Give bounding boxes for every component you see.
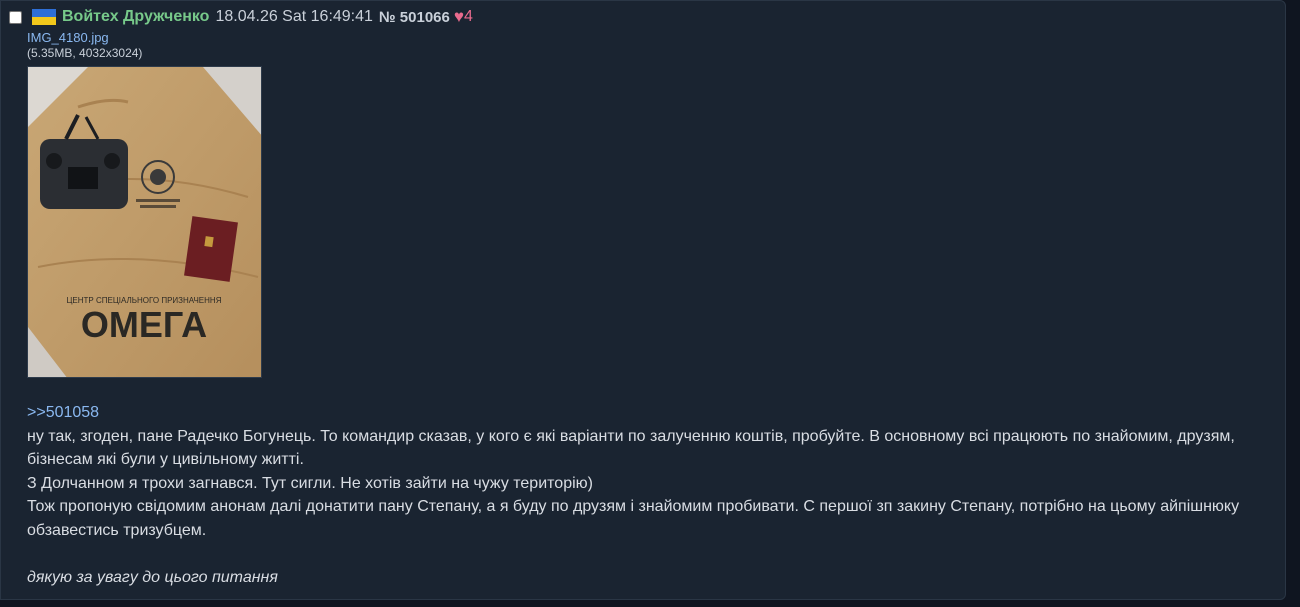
passport xyxy=(184,216,238,282)
shirt-big-text: ОМЕГА xyxy=(81,304,207,345)
post-line-1: ну так, згоден, пане Радечко Богунець. Т… xyxy=(27,427,1235,469)
attached-image-thumbnail[interactable]: ЦЕНТР СПЕЦІАЛЬНОГО ПРИЗНАЧЕННЯ ОМЕГА xyxy=(27,66,262,378)
likes-count: 4 xyxy=(463,8,473,25)
heart-icon[interactable]: ♥ xyxy=(454,7,464,27)
post: Войтех Дружченко 18.04.26 Sat 16:49:41 №… xyxy=(0,0,1286,600)
post-select-checkbox[interactable] xyxy=(9,10,22,24)
author-name[interactable]: Войтех Дружченко xyxy=(62,8,209,26)
post-number[interactable]: № 501066 xyxy=(379,9,450,26)
photo-illustration: ЦЕНТР СПЕЦІАЛЬНОГО ПРИЗНАЧЕННЯ ОМЕГА xyxy=(28,67,261,377)
post-line-2: З Долчанном я трохи загнався. Тут сигли.… xyxy=(27,474,593,492)
ukraine-flag-icon xyxy=(32,9,56,25)
file-meta: (5.35MB, 4032x3024) xyxy=(27,46,143,60)
post-line-3: Тож пропоную свідомим анонам далі донати… xyxy=(27,498,1240,539)
post-closing: дякую за увагу до цього питання xyxy=(27,568,278,586)
post-datetime: 18.04.26 Sat 16:49:41 xyxy=(215,8,373,25)
file-name-link[interactable]: IMG_4180.jpg xyxy=(27,30,109,45)
post-header: Войтех Дружченко 18.04.26 Sat 16:49:41 №… xyxy=(7,7,473,27)
reply-link[interactable]: >>501058 xyxy=(27,401,1257,425)
post-body: >>501058 ну так, згоден, пане Радечко Бо… xyxy=(27,401,1257,589)
